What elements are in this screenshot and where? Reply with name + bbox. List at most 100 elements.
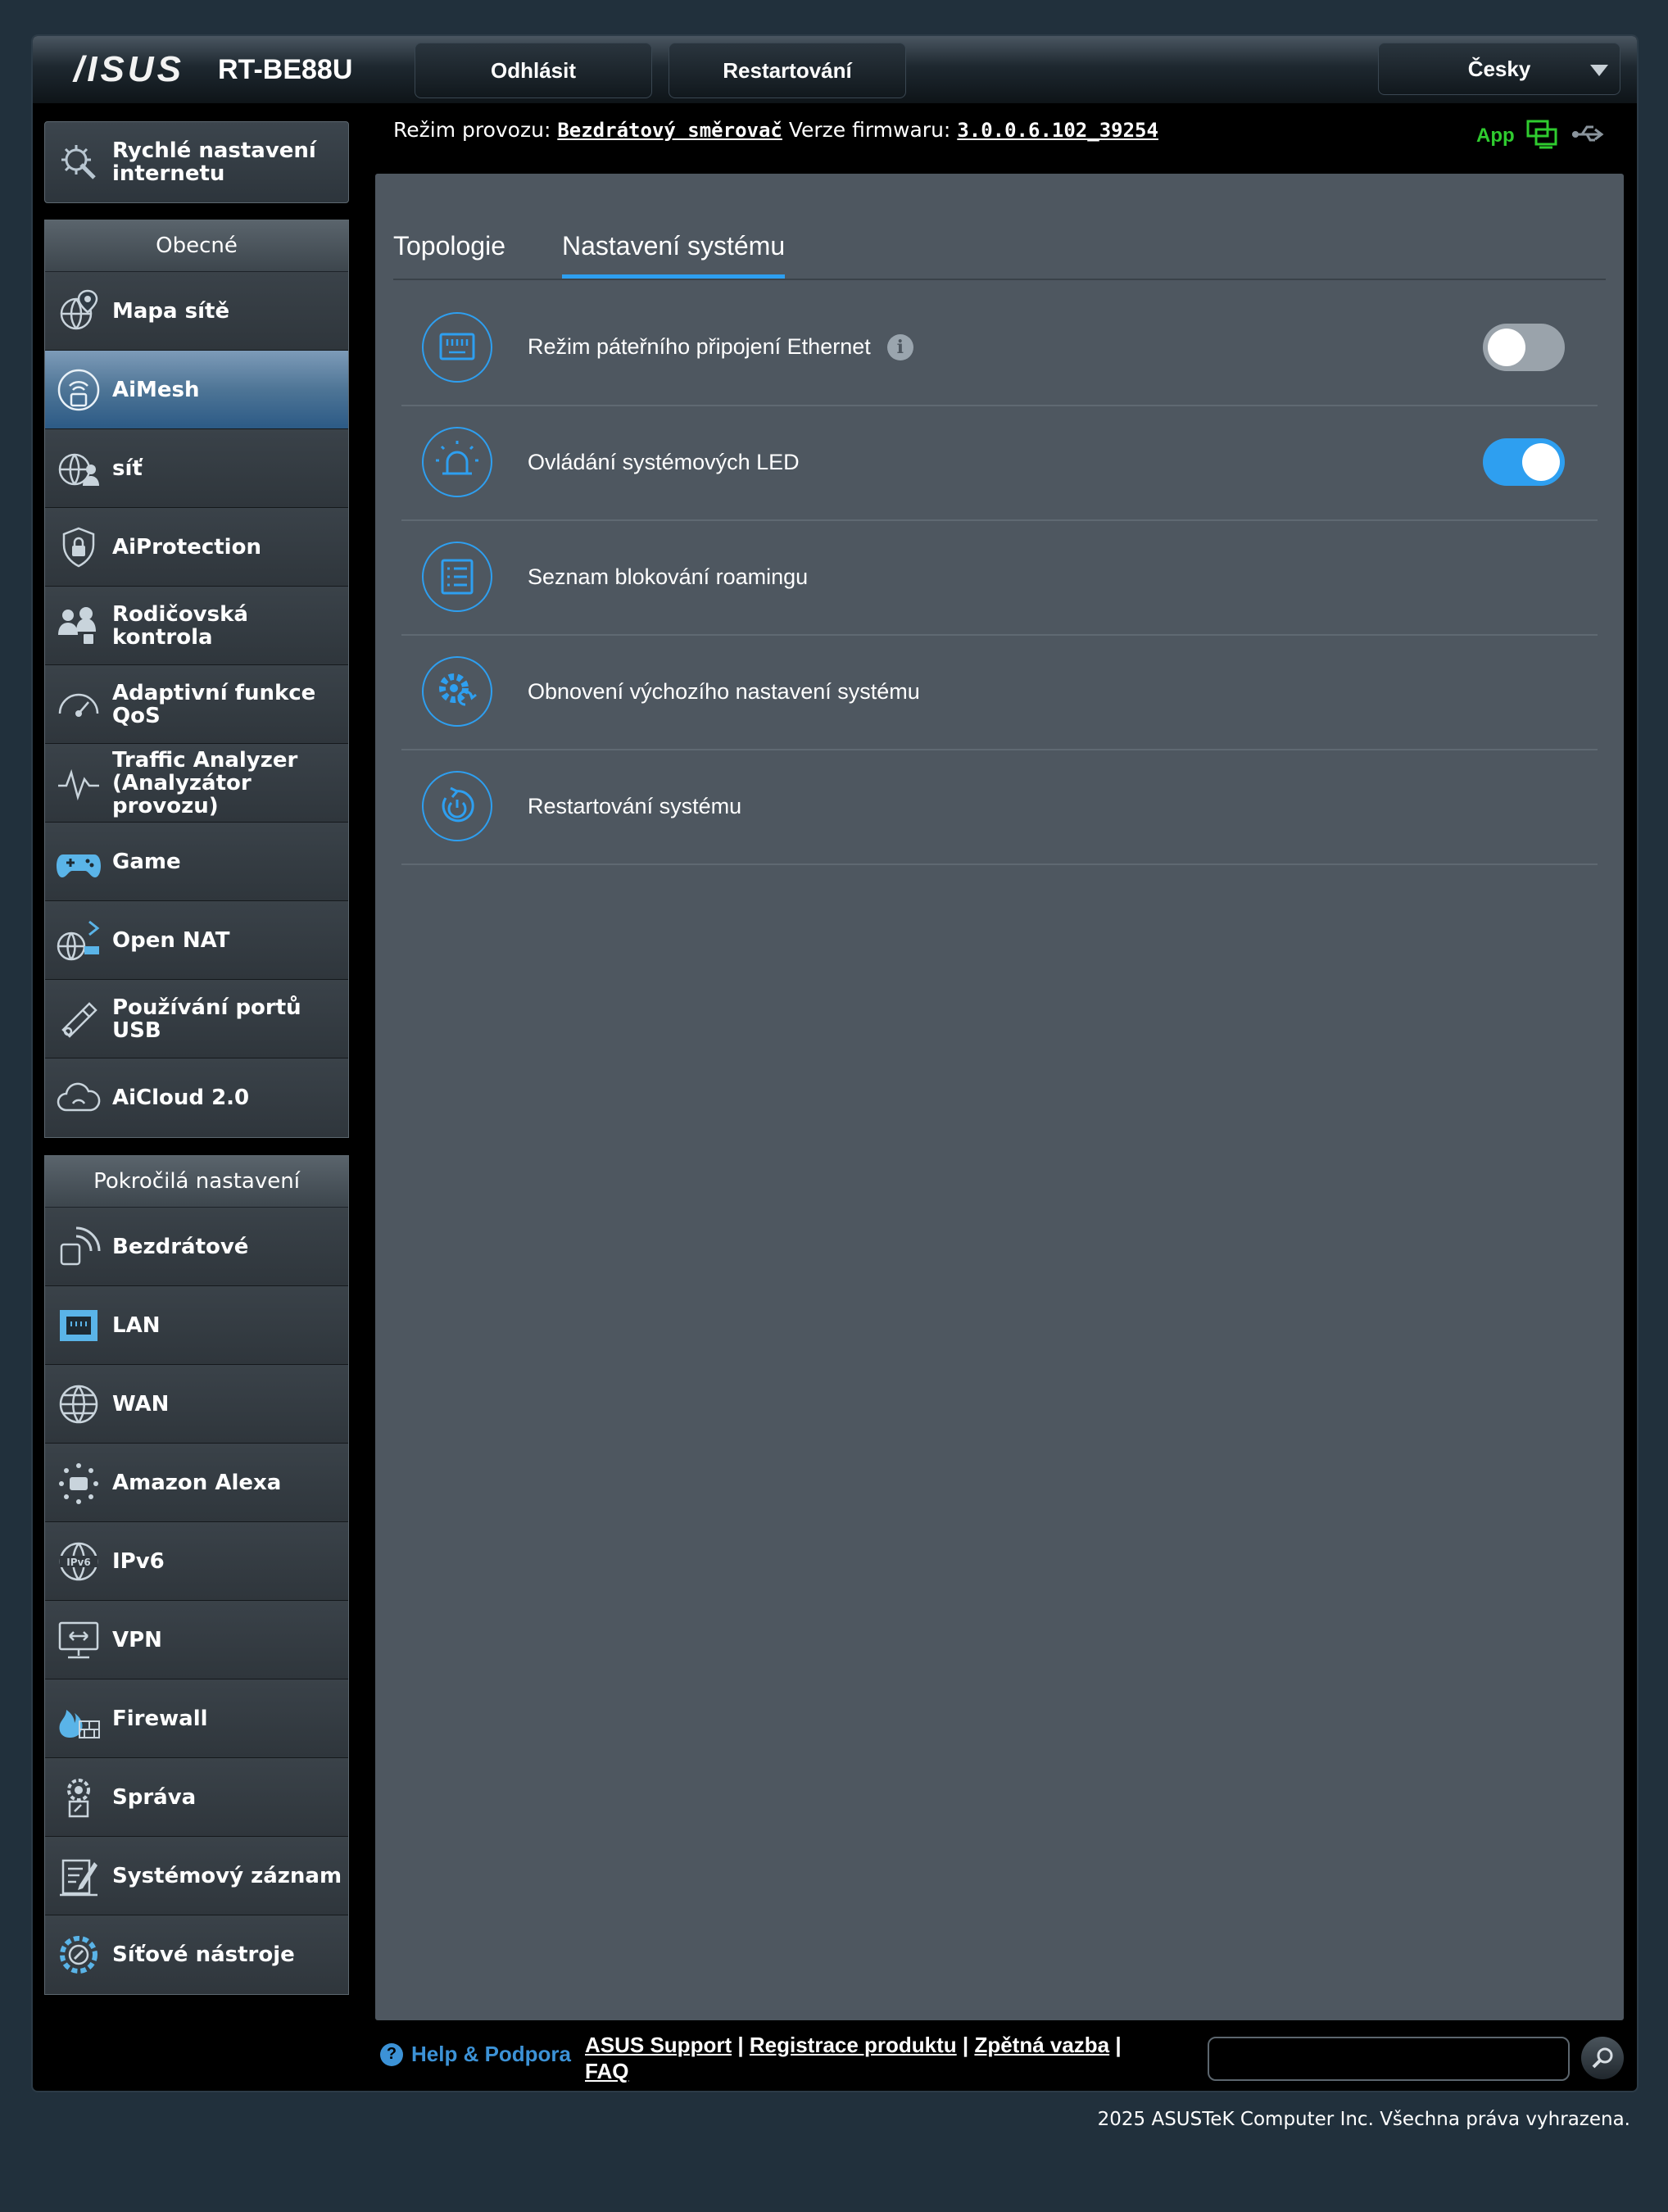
sidebar-item-administration[interactable]: Správa — [45, 1758, 348, 1837]
sidebar-label: Rodičovská kontrola — [112, 601, 248, 650]
lan-icon — [55, 1302, 102, 1349]
ethernet-backhaul-toggle[interactable] — [1483, 324, 1565, 371]
link-separator: | — [962, 2033, 969, 2057]
product-registration-link[interactable]: Registrace produktu — [750, 2033, 957, 2057]
footer-links: ASUS Support | Registrace produktu | Zpě… — [585, 2032, 1142, 2084]
sidebar-item-open-nat[interactable]: Open NAT — [45, 901, 348, 980]
speedometer-icon — [55, 681, 102, 728]
copyright-text: 2025 ASUSTeK Computer Inc. Všechna práva… — [1097, 2109, 1630, 2130]
sidebar-label: Mapa sítě — [112, 298, 230, 324]
sidebar-label: Bezdrátové — [112, 1234, 249, 1259]
sidebar-item-system-log[interactable]: Systémový záznam — [45, 1837, 348, 1915]
sidebar-label: AiCloud 2.0 — [112, 1086, 250, 1110]
operation-mode-label: Režim provozu: — [393, 118, 551, 142]
link-separator: | — [1115, 2033, 1122, 2057]
alexa-icon — [55, 1459, 102, 1507]
general-menu-title: Obecné — [45, 220, 348, 272]
search-button[interactable] — [1581, 2037, 1624, 2079]
led-control-toggle[interactable] — [1483, 438, 1565, 486]
sidebar-item-wireless[interactable]: Bezdrátové — [45, 1208, 348, 1286]
sidebar-item-traffic-analyzer[interactable]: Traffic Analyzer (Analyzátor provozu) — [45, 744, 348, 823]
setting-label: Obnovení výchozího nastavení systému — [528, 678, 920, 704]
quick-setup-label-2: internetu — [112, 161, 225, 186]
sidebar-label: síť — [112, 456, 143, 481]
sidebar-item-amazon-alexa[interactable]: Amazon Alexa — [45, 1444, 348, 1522]
sidebar-item-network-tools[interactable]: Síťové nástroje — [45, 1915, 348, 1994]
language-value: Česky — [1467, 56, 1531, 81]
firewall-icon — [55, 1695, 102, 1743]
feedback-link[interactable]: Zpětná vazba — [974, 2033, 1109, 2057]
sidebar-label: Adaptivní funkce — [112, 680, 316, 705]
restart-button[interactable]: Restartování — [669, 43, 906, 98]
sidebar-item-aiprotection[interactable]: AiProtection — [45, 508, 348, 587]
sidebar-label: AiMesh — [112, 377, 200, 402]
main-panel: Topologie Nastavení systému Režim páteřn… — [375, 174, 1624, 2020]
sidebar-item-lan[interactable]: LAN — [45, 1286, 348, 1365]
info-icon[interactable]: i — [886, 334, 913, 361]
sidebar-item-firewall[interactable]: Firewall — [45, 1679, 348, 1758]
faq-link[interactable]: FAQ — [585, 2059, 628, 2083]
sidebar-label: (Analyzátor — [112, 770, 252, 796]
sidebar-label: WAN — [112, 1391, 170, 1416]
usb-status-icon[interactable] — [1571, 122, 1605, 150]
sidebar-item-usb[interactable]: Používání portů USB — [45, 980, 348, 1058]
app-link[interactable]: App — [1476, 125, 1515, 147]
sidebar-label: Traffic Analyzer — [112, 747, 298, 773]
sidebar-label: Game — [112, 849, 181, 874]
sidebar-label: QoS — [112, 703, 161, 728]
sidebar-item-vpn[interactable]: VPN — [45, 1601, 348, 1679]
top-bar: /ISUS RT-BE88U Odhlásit Restartování Čes… — [33, 36, 1637, 103]
sidebar-item-aicloud[interactable]: AiCloud 2.0 — [45, 1058, 348, 1137]
setting-label: Restartování systému — [528, 793, 742, 818]
link-separator: | — [737, 2033, 744, 2057]
sidebar-label: IPv6 — [112, 1548, 165, 1574]
quick-internet-setup-button[interactable]: Rychlé nastavení internetu — [44, 121, 349, 203]
operation-mode-link[interactable]: Bezdrátový směrovač — [557, 119, 782, 142]
setting-label: Režim páteřního připojení Ethernet — [528, 333, 871, 359]
guest-network-icon — [55, 445, 102, 492]
sidebar-label: Firewall — [112, 1706, 208, 1731]
shield-lock-icon — [55, 524, 102, 571]
language-select[interactable]: Česky — [1378, 43, 1620, 95]
sidebar-item-parental-control[interactable]: Rodičovská kontrola — [45, 587, 348, 665]
sidebar-item-network-map[interactable]: Mapa sítě — [45, 272, 348, 351]
help-icon: ? — [380, 2042, 403, 2066]
setting-row-roaming-block-list[interactable]: Seznam blokování roamingu — [401, 519, 1598, 636]
asus-support-link[interactable]: ASUS Support — [585, 2033, 732, 2057]
list-icon — [421, 541, 493, 613]
model-name: RT-BE88U — [218, 54, 353, 85]
firmware-version-link[interactable]: 3.0.0.6.102_39254 — [957, 119, 1158, 142]
sidebar-item-game[interactable]: Game — [45, 823, 348, 901]
open-nat-icon — [55, 917, 102, 964]
sidebar-label: VPN — [112, 1627, 162, 1652]
sidebar-label: AiProtection — [112, 534, 261, 560]
sidebar-item-aimesh[interactable]: AiMesh — [45, 351, 348, 429]
setting-row-reboot[interactable]: Restartování systému — [401, 749, 1598, 865]
sidebar-item-ipv6[interactable]: IPv6 IPv6 — [45, 1522, 348, 1601]
devices-icon[interactable] — [1526, 120, 1559, 152]
sidebar-label: Síťové nástroje — [112, 1942, 295, 1967]
sidebar-item-guest-network[interactable]: síť — [45, 429, 348, 508]
asus-logo[interactable]: /ISUS — [74, 49, 184, 90]
setting-label: Ovládání systémových LED — [528, 449, 800, 474]
system-log-icon — [55, 1852, 102, 1900]
tab-topology[interactable]: Topologie — [393, 231, 505, 261]
sidebar-label: provozu) — [112, 793, 219, 818]
quick-setup-icon — [55, 138, 102, 186]
sidebar-label: Open NAT — [112, 927, 230, 953]
led-alarm-icon — [421, 426, 493, 498]
help-support[interactable]: ? Help & Podpora — [380, 2042, 571, 2067]
gamepad-icon — [55, 838, 102, 886]
logout-button[interactable]: Odhlásit — [415, 43, 652, 98]
router-admin-window: /ISUS RT-BE88U Odhlásit Restartování Čes… — [33, 36, 1637, 2091]
aimesh-icon — [55, 366, 102, 414]
admin-icon — [55, 1774, 102, 1821]
setting-row-factory-reset[interactable]: Obnovení výchozího nastavení systému — [401, 634, 1598, 750]
sidebar-item-adaptive-qos[interactable]: Adaptivní funkce QoS — [45, 665, 348, 744]
sidebar-item-wan[interactable]: WAN — [45, 1365, 348, 1444]
help-support-label: Help & Podpora — [411, 2042, 572, 2066]
search-input[interactable] — [1208, 2037, 1570, 2081]
advanced-menu: Pokročilá nastavení Bezdrátové LAN WAN A… — [44, 1155, 349, 1995]
svg-text:IPv6: IPv6 — [66, 1557, 90, 1568]
tab-system-settings[interactable]: Nastavení systému — [562, 231, 786, 279]
